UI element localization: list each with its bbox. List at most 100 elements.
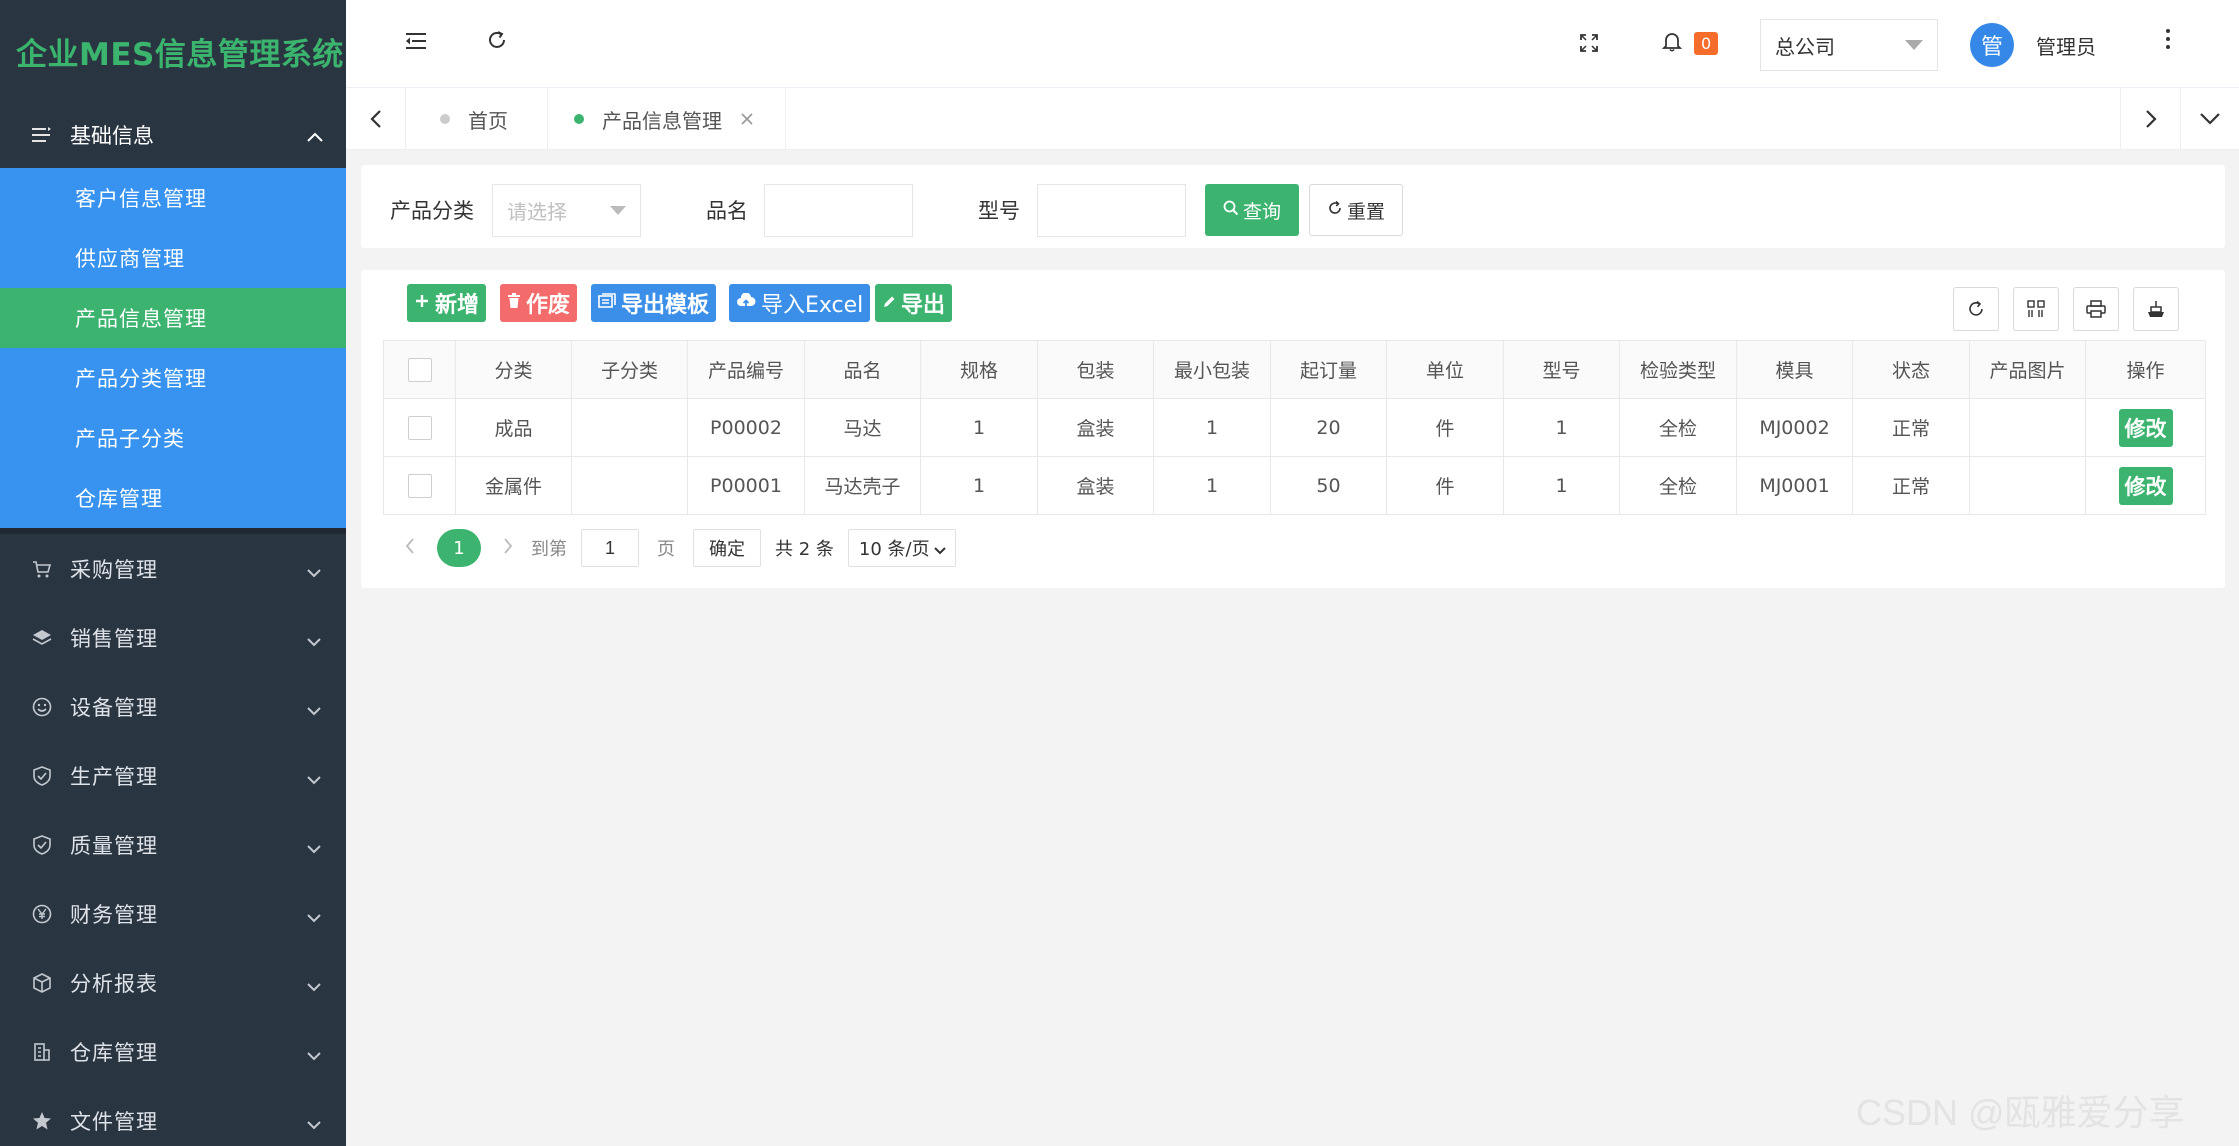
sidebar-item-product-info[interactable]: 产品信息管理 xyxy=(0,288,346,348)
chevron-down-icon xyxy=(306,700,322,721)
shield-icon xyxy=(30,834,54,855)
columns-grid-icon[interactable] xyxy=(2013,287,2059,331)
export-button-label: 导出 xyxy=(901,293,946,318)
sidebar-item-sales[interactable]: 销售管理 xyxy=(0,603,346,672)
sidebar-item-finance[interactable]: 财务管理 xyxy=(0,879,346,948)
watermark: CSDN @瓯雅爱分享 xyxy=(1856,1092,2185,1133)
print-icon[interactable] xyxy=(2073,287,2119,331)
page-size-select[interactable]: 10 条/页 xyxy=(847,529,956,567)
collapse-menu-icon[interactable] xyxy=(404,28,428,58)
sidebar-item-warehouse-mgmt[interactable]: 仓库管理 xyxy=(0,1017,346,1086)
table-cell: MJ0001 xyxy=(1736,456,1853,515)
column-header: 单位 xyxy=(1386,340,1504,399)
column-header: 分类 xyxy=(455,340,572,399)
query-button-label: 查询 xyxy=(1242,200,1281,223)
sidebar-item-label: 销售管理 xyxy=(70,626,158,651)
trash-icon xyxy=(507,292,521,314)
table-cell: 1 xyxy=(920,398,1038,457)
close-icon[interactable] xyxy=(740,107,754,131)
company-select[interactable]: 总公司 xyxy=(1760,19,1938,71)
export-template-button[interactable]: 导出模板 xyxy=(591,284,717,322)
reset-button-label: 重置 xyxy=(1346,200,1385,223)
edit-button[interactable]: 修改 xyxy=(2118,466,2173,505)
edit-button[interactable]: 修改 xyxy=(2118,408,2173,447)
bell-icon[interactable] xyxy=(1661,30,1683,58)
search-icon xyxy=(1223,199,1239,221)
chevron-down-icon xyxy=(306,769,322,790)
chevron-down-icon xyxy=(306,1114,322,1135)
category-select[interactable]: 请选择 xyxy=(492,184,641,237)
row-select-cell xyxy=(383,456,456,515)
table-cell: P00002 xyxy=(687,398,805,457)
table-refresh-icon[interactable] xyxy=(1953,287,1999,331)
sidebar: 企业MES信息管理系统 基础信息 客户信息管理 供应商管理 产品信息管理 产品分… xyxy=(0,0,346,1146)
add-button[interactable]: 新增 xyxy=(407,284,487,322)
sidebar-item-product-category[interactable]: 产品分类管理 xyxy=(0,348,346,408)
row-checkbox[interactable] xyxy=(407,415,432,440)
model-input[interactable] xyxy=(1037,184,1186,237)
page-current[interactable]: 1 xyxy=(437,529,481,567)
sidebar-item-label: 产品分类管理 xyxy=(75,367,207,391)
tab-scroll-left-icon[interactable] xyxy=(346,88,406,150)
chevron-right-icon[interactable] xyxy=(503,536,513,561)
sidebar-item-files[interactable]: 文件管理 xyxy=(0,1086,346,1146)
chevron-down-icon xyxy=(306,976,322,997)
table-cell: 盒装 xyxy=(1037,456,1154,515)
tab-bar: 首页 产品信息管理 xyxy=(346,88,2239,150)
category-label: 产品分类 xyxy=(390,199,474,223)
void-button-label: 作废 xyxy=(526,293,571,318)
pagination: 1 到第 页 确定 共 2 条 10 条/页 xyxy=(405,528,956,568)
tab-scroll-right-icon[interactable] xyxy=(2120,88,2180,150)
column-header: 规格 xyxy=(920,340,1038,399)
reset-button[interactable]: 重置 xyxy=(1309,184,1403,236)
sidebar-item-equipment[interactable]: 设备管理 xyxy=(0,672,346,741)
layers-icon xyxy=(30,628,54,648)
sidebar-item-reports[interactable]: 分析报表 xyxy=(0,948,346,1017)
sidebar-item-label: 生产管理 xyxy=(70,764,158,789)
export-ship-icon[interactable] xyxy=(2133,287,2179,331)
select-all-checkbox[interactable] xyxy=(407,357,432,382)
chevron-up-icon xyxy=(306,124,324,148)
tab-home[interactable]: 首页 xyxy=(406,88,548,150)
tab-product-info[interactable]: 产品信息管理 xyxy=(548,88,786,150)
fullscreen-icon[interactable] xyxy=(1579,30,1599,60)
sidebar-item-quality[interactable]: 质量管理 xyxy=(0,810,346,879)
username[interactable]: 管理员 xyxy=(2036,31,2096,60)
name-input[interactable] xyxy=(764,184,913,237)
table-cell xyxy=(1969,456,2086,515)
sidebar-item-production[interactable]: 生产管理 xyxy=(0,741,346,810)
sidebar-item-label: 采购管理 xyxy=(70,557,158,582)
template-icon xyxy=(598,292,616,314)
avatar[interactable]: 管 xyxy=(1970,23,2014,67)
more-vertical-icon[interactable] xyxy=(2164,28,2172,56)
export-button[interactable]: 导出 xyxy=(875,284,953,322)
sidebar-item-label: 客户信息管理 xyxy=(75,187,207,211)
category-placeholder: 请选择 xyxy=(507,200,567,224)
column-header: 产品图片 xyxy=(1969,340,2086,399)
row-checkbox[interactable] xyxy=(407,473,432,498)
column-header: 品名 xyxy=(804,340,921,399)
sidebar-item-customer[interactable]: 客户信息管理 xyxy=(0,168,346,228)
tab-menu-chevron-down-icon[interactable] xyxy=(2180,88,2239,150)
sidebar-item-warehouse[interactable]: 仓库管理 xyxy=(0,468,346,528)
query-button[interactable]: 查询 xyxy=(1205,184,1299,236)
chevron-left-icon[interactable] xyxy=(405,536,415,561)
tab-dot xyxy=(574,114,584,124)
goto-page-input[interactable] xyxy=(581,529,639,567)
column-header: 状态 xyxy=(1852,340,1970,399)
table-cell: 1 xyxy=(1503,456,1620,515)
chevron-down-icon xyxy=(306,562,322,583)
goto-confirm-button[interactable]: 确定 xyxy=(693,529,761,567)
table-cell: MJ0002 xyxy=(1736,398,1853,457)
refresh-icon[interactable] xyxy=(486,28,508,58)
model-label: 型号 xyxy=(978,199,1020,223)
table-cell: 马达壳子 xyxy=(804,456,921,515)
sidebar-item-product-subcategory[interactable]: 产品子分类 xyxy=(0,408,346,468)
sidebar-item-purchase[interactable]: 采购管理 xyxy=(0,534,346,603)
table-cell: 正常 xyxy=(1852,456,1970,515)
void-button[interactable]: 作废 xyxy=(500,284,578,322)
sidebar-item-supplier[interactable]: 供应商管理 xyxy=(0,228,346,288)
import-excel-button[interactable]: 导入Excel xyxy=(729,284,871,322)
table-cell: 成品 xyxy=(455,398,572,457)
sidebar-group-basic-info[interactable]: 基础信息 xyxy=(0,102,346,168)
